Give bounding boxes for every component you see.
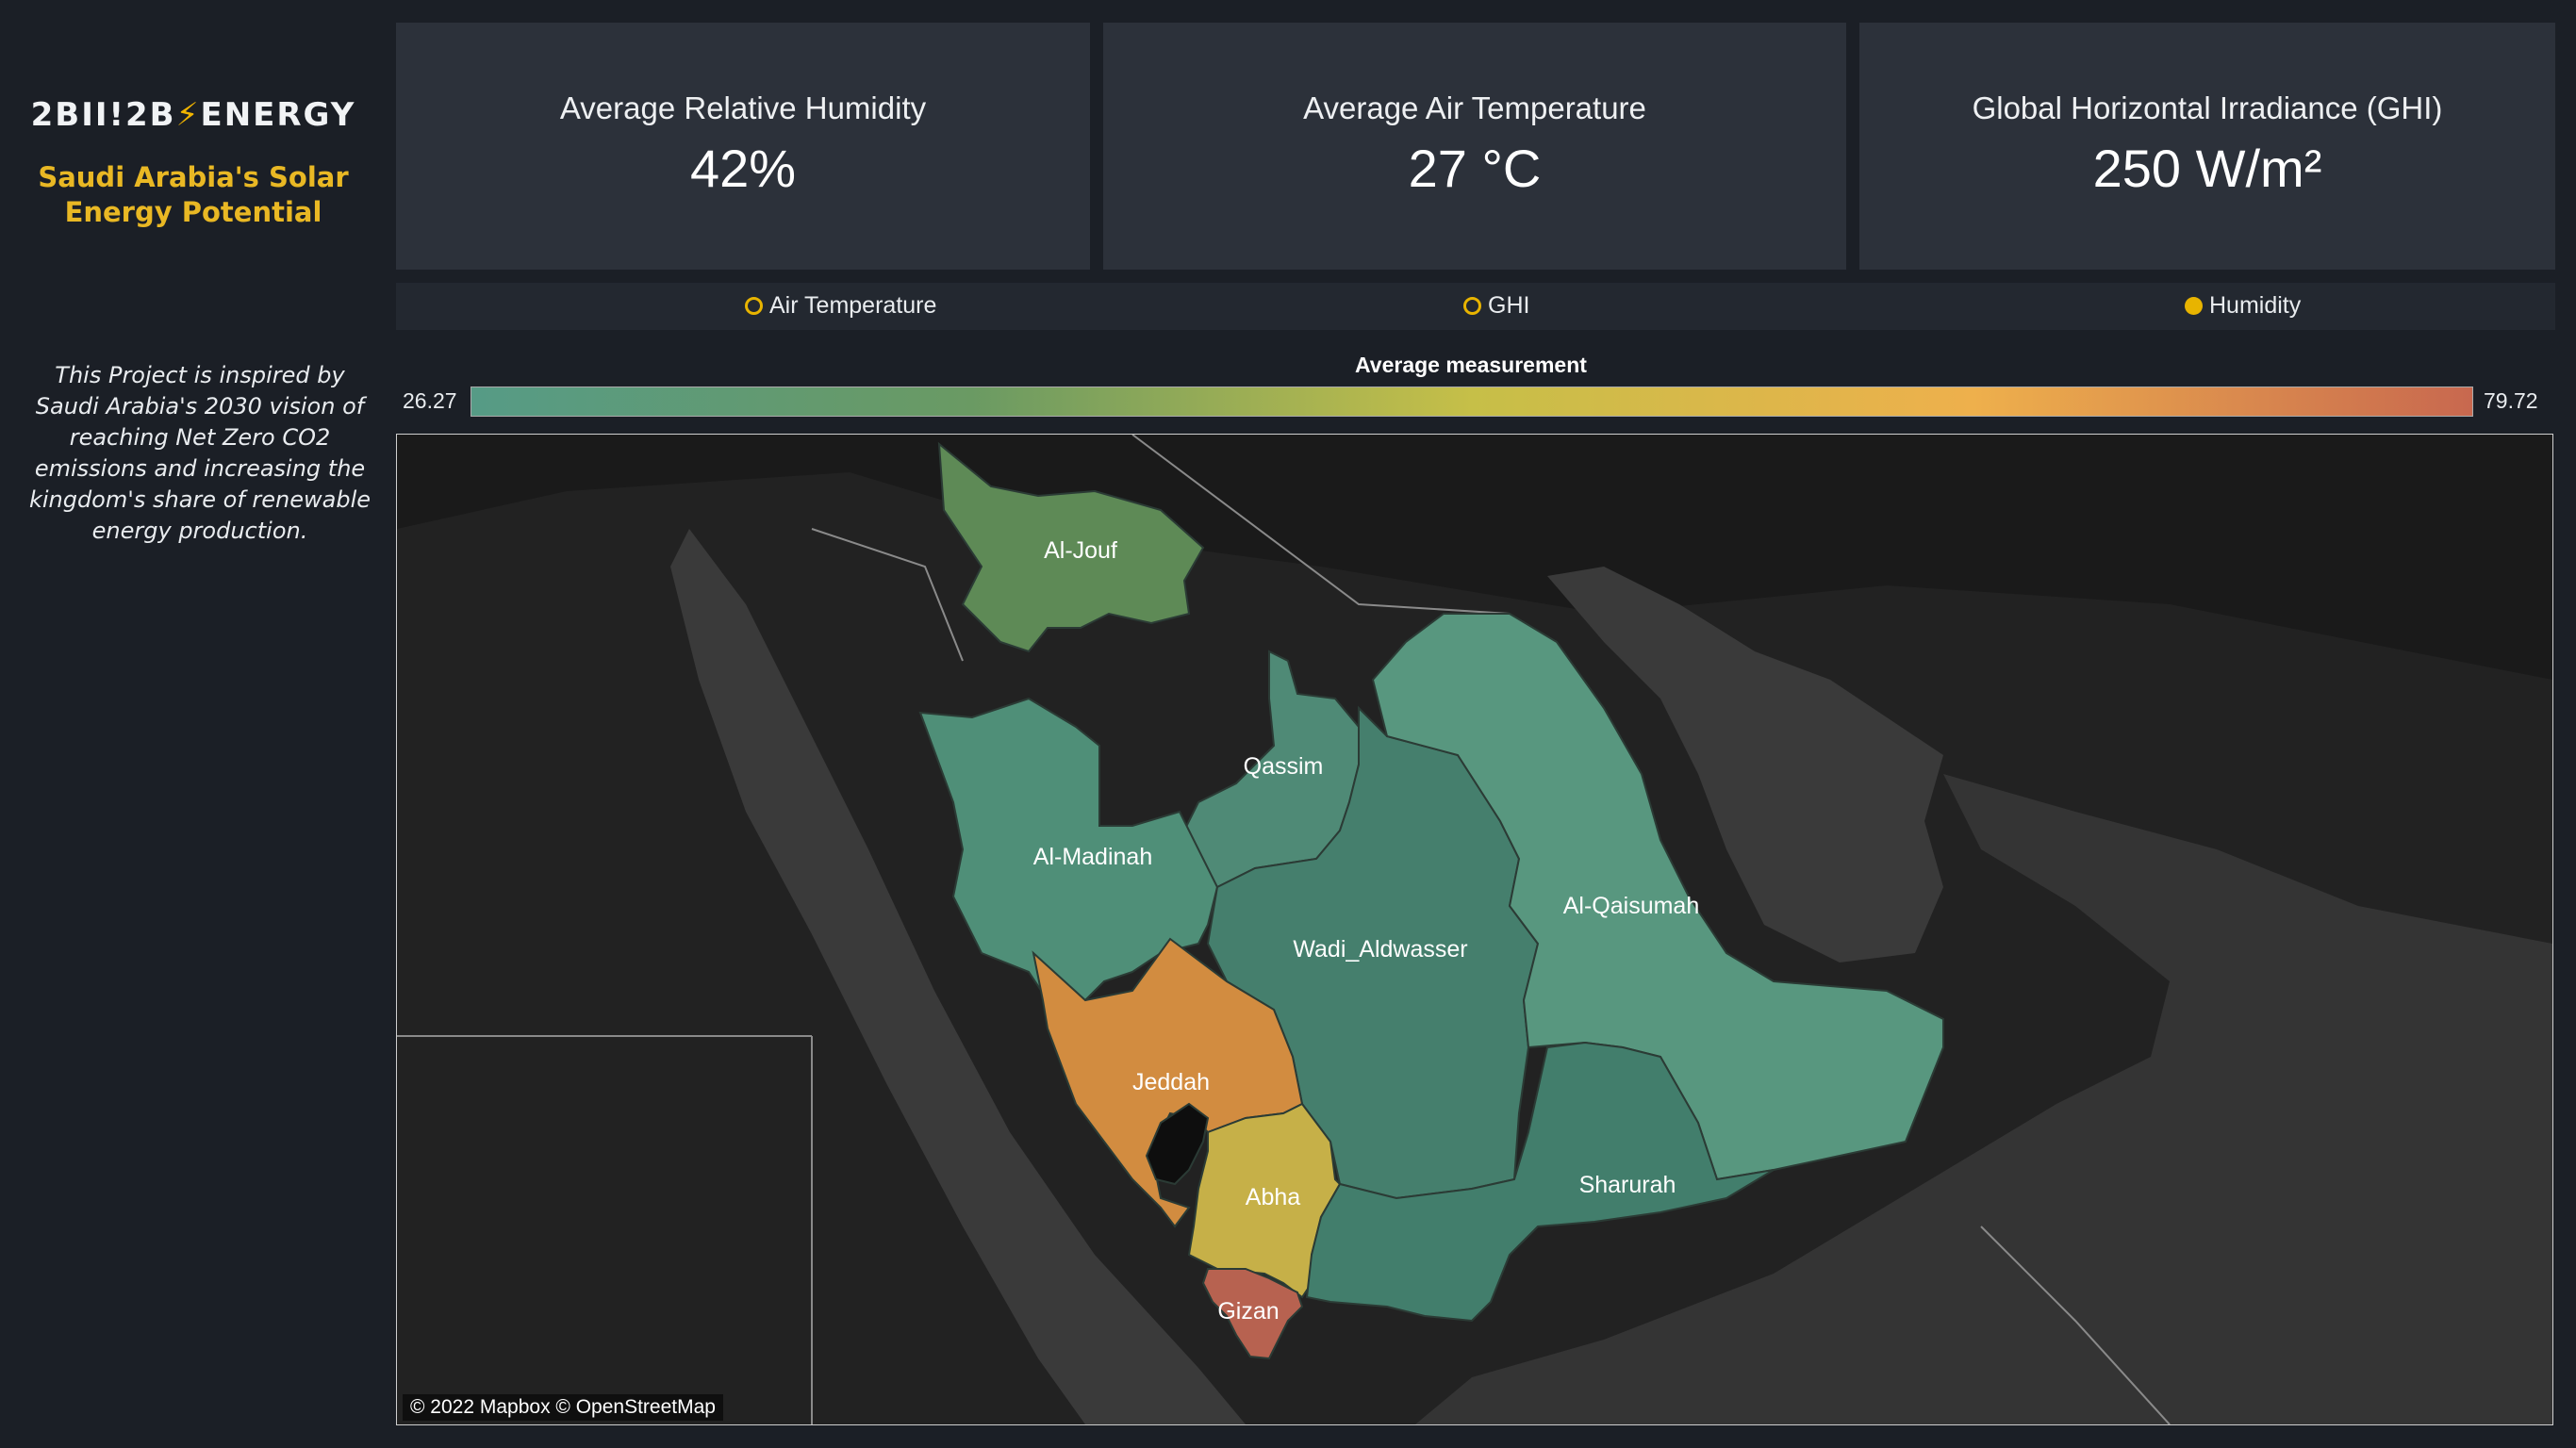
region-map[interactable]: Al-Jouf Qassim Al-Madinah Wadi_Aldwasser… (396, 434, 2553, 1425)
measure-selector: Air Temperature GHI Humidity (396, 283, 2555, 330)
region-label-jeddah: Jeddah (1132, 1069, 1210, 1095)
kpi-card-ghi: Global Horizontal Irradiance (GHI) 250 W… (1859, 23, 2555, 270)
sidebar: 2BII!2B⚡ENERGY Saudi Arabia's Solar Ener… (0, 0, 387, 1448)
radio-selected-icon (2185, 297, 2203, 315)
region-label-wadi-aldwasser: Wadi_Aldwasser (1293, 936, 1467, 963)
region-label-sharurah: Sharurah (1579, 1172, 1676, 1198)
measure-option-air-temperature[interactable]: Air Temperature (745, 292, 936, 320)
kpi-card-temperature: Average Air Temperature 27 °C (1103, 23, 1846, 270)
radio-unselected-icon (745, 297, 763, 315)
region-label-al-madinah: Al-Madinah (1033, 844, 1152, 870)
kpi-value: 42% (689, 139, 797, 198)
measure-option-label: GHI (1488, 292, 1530, 319)
region-label-abha: Abha (1246, 1184, 1300, 1210)
region-label-qassim: Qassim (1244, 753, 1324, 780)
dashboard-title-line2: Energy Potential (64, 196, 322, 228)
logo-text-left: 2BII!2B (30, 96, 176, 134)
kpi-label: Global Horizontal Irradiance (GHI) (1972, 90, 2443, 125)
brand-logo: 2BII!2B⚡ENERGY (0, 96, 387, 134)
kpi-value: 250 W/m² (2092, 139, 2322, 198)
kpi-label: Average Relative Humidity (559, 90, 927, 125)
dashboard-title-line1: Saudi Arabia's Solar (38, 161, 349, 193)
logo-text-right: ENERGY (200, 96, 356, 134)
color-legend-title: Average measurement (1355, 353, 1587, 377)
bolt-icon: ⚡ (175, 96, 201, 134)
project-description: This Project is inspired by Saudi Arabia… (28, 362, 372, 544)
region-label-gizan: Gizan (1217, 1298, 1279, 1325)
kpi-card-humidity: Average Relative Humidity 42% (396, 23, 1090, 270)
radio-unselected-icon (1463, 297, 1481, 315)
measure-option-label: Air Temperature (769, 292, 937, 319)
kpi-label: Average Air Temperature (1303, 90, 1646, 125)
dashboard-title: Saudi Arabia's Solar Energy Potential (0, 160, 387, 230)
region-label-al-qaisumah: Al-Qaisumah (1563, 893, 1700, 919)
color-legend-min: 26.27 (403, 388, 457, 413)
region-label-al-jouf: Al-Jouf (1044, 537, 1117, 564)
color-legend-gradient (471, 387, 2473, 417)
measure-option-label: Humidity (2209, 292, 2302, 319)
measure-option-humidity[interactable]: Humidity (2185, 292, 2301, 320)
map-attribution[interactable]: © 2022 Mapbox © OpenStreetMap (403, 1394, 723, 1421)
kpi-value: 27 °C (1408, 139, 1542, 198)
measure-option-ghi[interactable]: GHI (1463, 292, 1529, 320)
map-canvas: Al-Jouf Qassim Al-Madinah Wadi_Aldwasser… (397, 435, 2552, 1424)
color-legend-max: 79.72 (2484, 388, 2538, 413)
